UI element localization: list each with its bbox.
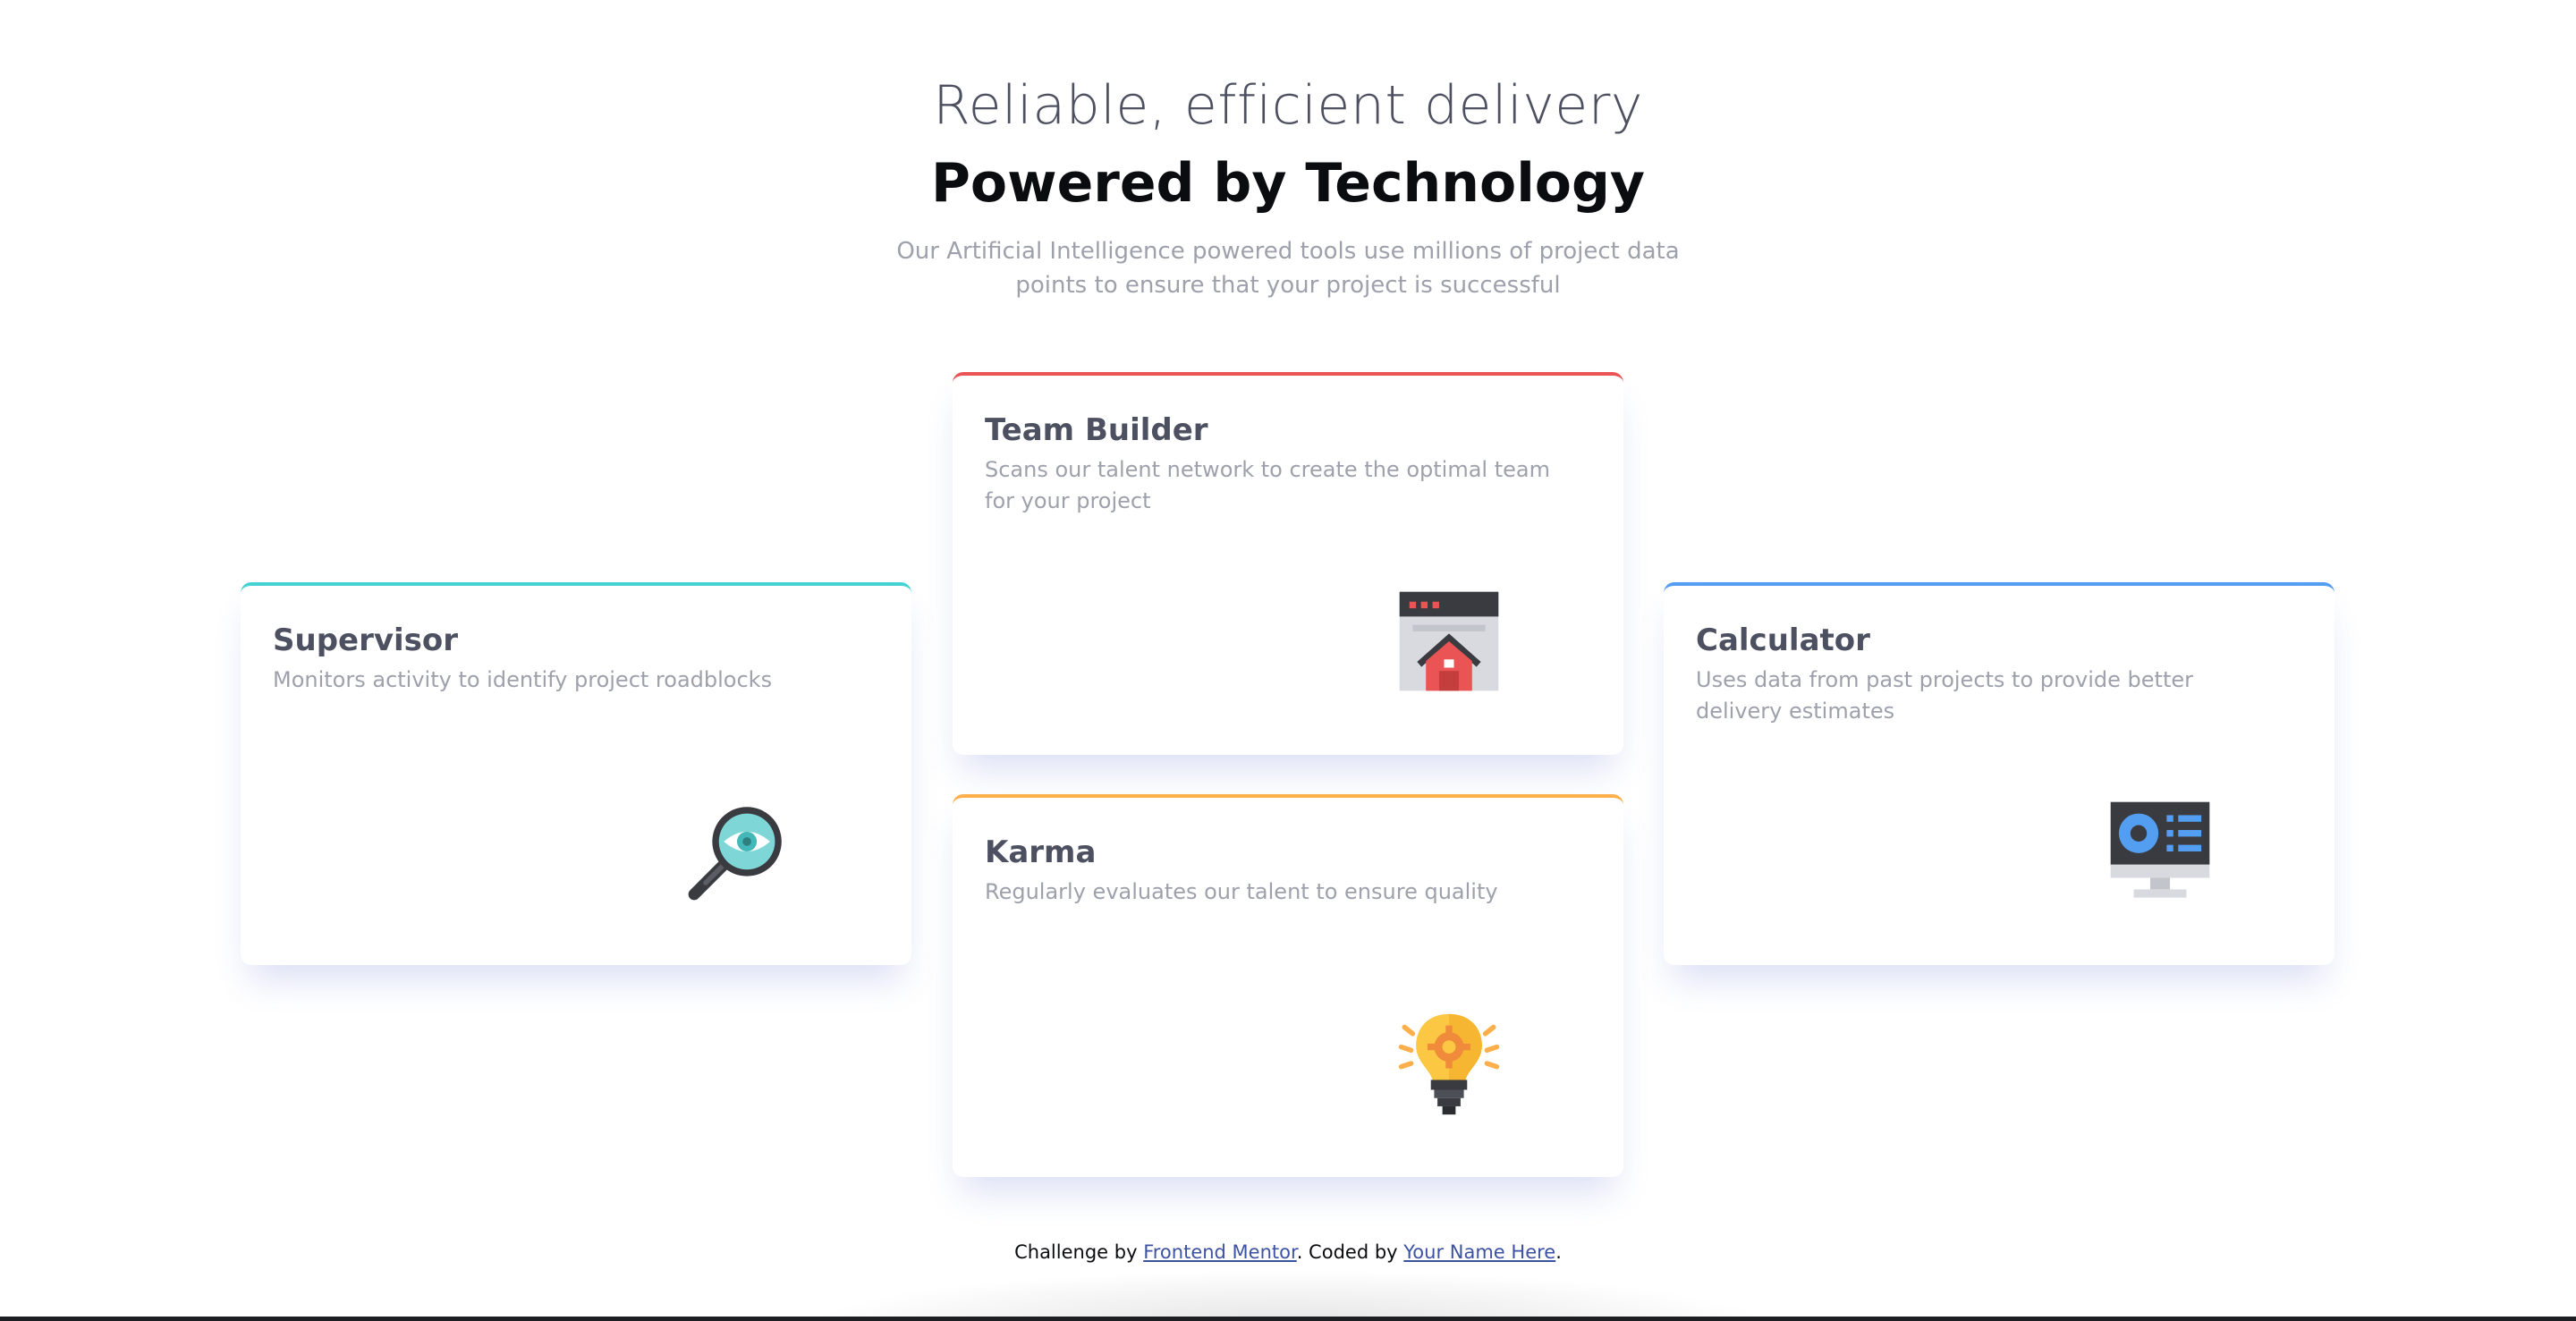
bottom-shadow [805,1270,1771,1321]
card-calculator: Calculator Uses data from past projects … [1664,582,2334,965]
card-description: Regularly evaluates our talent to ensure… [985,879,1498,904]
bottom-edge [0,1317,2576,1321]
card-description: Uses data from past projects to provide … [1696,667,2193,724]
eyebrow-title: Reliable, efficient delivery [933,74,1643,137]
magnifier-eye-icon [684,799,790,904]
page-title: Powered by Technology [930,152,1646,215]
attribution-footer: Challenge by Frontend Mentor. Coded by Y… [0,1241,2576,1263]
author-link[interactable]: Your Name Here [1403,1241,1555,1263]
monitor-chart-icon [2107,799,2213,904]
lightbulb-gear-icon [1396,1011,1502,1116]
card-title: Karma [985,834,1097,870]
window-house-icon [1396,589,1502,694]
footer-suffix: . [1555,1241,1562,1263]
intro-text: Our Artificial Intelligence powered tool… [896,238,1680,299]
card-title: Supervisor [273,622,459,658]
card-description: Monitors activity to identify project ro… [273,667,773,692]
footer-middle: . Coded by [1296,1241,1404,1263]
card-title: Team Builder [985,412,1208,448]
card-supervisor: Supervisor Monitors activity to identify… [241,582,911,965]
card-team-builder: Team Builder Scans our talent network to… [953,372,1623,755]
card-title: Calculator [1696,622,1870,658]
card-description: Scans our talent network to create the o… [985,457,1550,513]
frontend-mentor-link[interactable]: Frontend Mentor [1143,1241,1297,1263]
card-karma: Karma Regularly evaluates our talent to … [953,794,1623,1177]
footer-prefix: Challenge by [1014,1241,1144,1263]
page-header: Reliable, efficient delivery Powered by … [0,70,2576,302]
